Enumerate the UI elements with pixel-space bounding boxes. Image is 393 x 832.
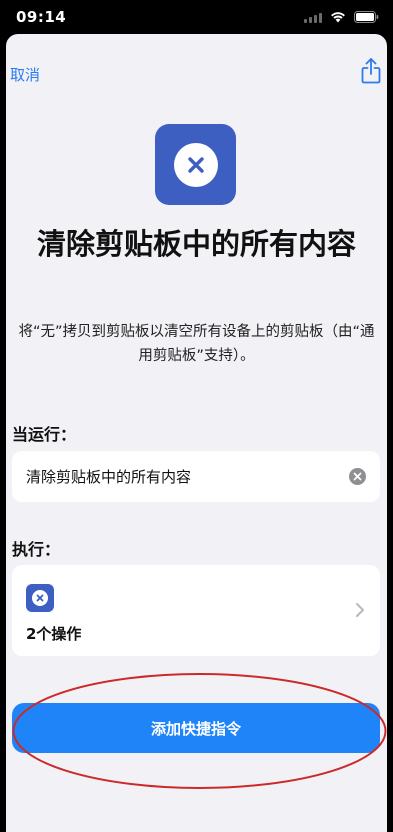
clear-x-icon: [173, 142, 218, 187]
status-icons: [304, 11, 379, 23]
wifi-icon: [330, 11, 346, 23]
add-shortcut-label: 添加快捷指令: [150, 719, 241, 738]
action-clear-icon: [26, 584, 54, 612]
actions-card[interactable]: 2个操作: [12, 565, 380, 656]
battery-icon: [354, 11, 379, 23]
status-time: 09:14: [16, 8, 67, 26]
shortcut-description: 将“无”拷贝到剪贴板以清空所有设备上的剪贴板（由“通用剪贴板”支持）。: [18, 324, 375, 364]
add-shortcut-button[interactable]: 添加快捷指令: [12, 703, 380, 753]
do-label: 执行：: [12, 540, 61, 559]
signal-icon: [304, 12, 322, 23]
status-bar: 09:14: [0, 0, 393, 34]
shortcut-sheet: 取消 清除剪贴板中的所有内容 将“无”拷贝到剪贴板以清空所有设备上的剪贴板（由“…: [6, 34, 387, 832]
shortcut-title: 清除剪贴板中的所有内容: [36, 227, 356, 261]
shortcut-app-icon: [155, 124, 236, 205]
cancel-button[interactable]: 取消: [10, 64, 40, 85]
share-icon[interactable]: [361, 58, 381, 84]
action-count: 2个操作: [26, 625, 82, 643]
when-run-label: 当运行：: [12, 425, 77, 444]
clear-text-icon[interactable]: [349, 468, 366, 485]
when-run-field[interactable]: 清除剪贴板中的所有内容: [12, 451, 380, 502]
when-run-value[interactable]: 清除剪贴板中的所有内容: [26, 466, 349, 487]
chevron-right-icon[interactable]: [355, 602, 365, 618]
